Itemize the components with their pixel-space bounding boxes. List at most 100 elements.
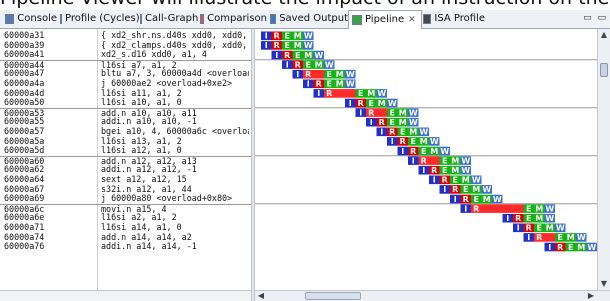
stage-letter-I: I: [443, 185, 446, 194]
instruction-row[interactable]: 60000a6e l16si a2, a1, 2: [0, 213, 251, 222]
stage-letter-R: R: [295, 60, 301, 69]
instruction-row[interactable]: 60000a50 l16si a10, a1, 0: [0, 98, 251, 107]
stage-letter-E: E: [421, 147, 426, 156]
stage-letter-I: I: [548, 243, 551, 252]
stage-letter-E: E: [411, 137, 416, 146]
stage-letter-M: M: [420, 137, 428, 146]
stage-letter-W: W: [482, 185, 491, 194]
minimize-icon[interactable]: ▭: [583, 13, 592, 23]
stage-letter-E: E: [526, 214, 531, 223]
scroll-up-icon[interactable]: ▲: [598, 29, 610, 41]
instruction-row[interactable]: 60000a57 bgei a10, 4, 60000a6c <overload+…: [0, 127, 251, 136]
instruction-row[interactable]: 60000a47 bltu a7, 3, 60000a4d <overload+0…: [0, 69, 251, 78]
stage-letter-M: M: [462, 176, 470, 185]
stage-letter-W: W: [377, 89, 386, 98]
tab-saved-output[interactable]: Saved Output: [267, 11, 348, 27]
instruction-address: 60000a67: [4, 184, 45, 194]
tab-isa-profile[interactable]: ISA Profile: [420, 11, 485, 27]
stage-letter-M: M: [315, 60, 323, 69]
instruction-row[interactable]: 60000a5a l16si a13, a1, 2: [0, 137, 251, 146]
stage-letter-I: I: [275, 51, 278, 60]
tab-comparison[interactable]: Comparison: [197, 11, 267, 27]
stage-letter-R: R: [400, 137, 406, 146]
instruction-row[interactable]: 60000a62 addi.n a12, a12, -1: [0, 165, 251, 174]
instruction-row[interactable]: 60000a4a j 60000ae2 <overload+0xe2>: [0, 79, 251, 88]
scroll-left-icon[interactable]: ◀: [255, 290, 267, 301]
tab-profile-cycles[interactable]: Profile (Cycles): [57, 11, 140, 27]
vertical-scroll-thumb[interactable]: [600, 63, 608, 77]
instruction-text: l16si a2, a1, 2: [101, 213, 177, 223]
stage-letter-M: M: [367, 89, 375, 98]
stage-letter-I: I: [296, 70, 299, 79]
view-tab-bar: Console Profile (Cycles) Call-Graph Compari…: [0, 10, 610, 29]
scroll-right-icon[interactable]: ▶: [585, 290, 597, 301]
instruction-address: 60000a62: [4, 165, 45, 175]
instruction-row[interactable]: 60000a69 j 60000a80 <overload+0x80>: [0, 194, 251, 203]
scroll-down-icon[interactable]: ▼: [598, 278, 610, 290]
stage-letter-I: I: [422, 166, 425, 175]
vertical-scrollbar[interactable]: ▲ ▼: [597, 29, 610, 290]
stage-letter-I: I: [265, 41, 268, 50]
stage-letter-I: I: [286, 60, 289, 69]
stage-letter-E: E: [558, 233, 563, 242]
saved-output-icon: [270, 14, 277, 24]
instruction-text: l16si a12, a1, 0: [101, 146, 182, 156]
stage-letter-I: I: [349, 99, 352, 108]
instruction-row[interactable]: 60000a31 { xd2_shr.ns.d40s xdd0, xdd0, xd…: [0, 31, 251, 40]
instruction-row[interactable]: 60000a71 l16si a14, a1, 0: [0, 223, 251, 232]
stage-letter-W: W: [577, 233, 586, 242]
tab-pipeline[interactable]: Pipeline ✕: [348, 10, 422, 29]
stage-letter-R: R: [431, 166, 437, 175]
instruction-row[interactable]: 60000a55 addi.n a10, a10, -1: [0, 117, 251, 126]
instruction-row[interactable]: 60000a6c movi.n a15, 4: [0, 203, 251, 214]
horizontal-scroll-thumb[interactable]: [305, 292, 361, 300]
stage-letter-E: E: [327, 80, 332, 89]
instruction-row[interactable]: 60000a44 l16si a7, a1, 2: [0, 59, 251, 70]
isa-profile-icon: [423, 14, 432, 24]
stage-letter-R: R: [274, 32, 280, 41]
instruction-row[interactable]: 60000a5d l16si a12, a1, 0: [0, 146, 251, 155]
instruction-address: 60000a76: [4, 242, 45, 252]
instruction-text: addi.n a14, a14, -1: [101, 242, 197, 252]
stage-letter-R: R: [305, 70, 311, 79]
tab-console[interactable]: Console: [2, 11, 57, 27]
instruction-text: addi.n a12, a12, -1: [101, 165, 197, 175]
instruction-row[interactable]: 60000a76 addi.n a14, a14, -1: [0, 242, 251, 251]
instruction-row[interactable]: 60000a67 s32i.n a12, a1, 44: [0, 185, 251, 194]
instruction-row[interactable]: 60000a64 sext a12, a12, 15: [0, 175, 251, 184]
stage-letter-M: M: [577, 243, 585, 252]
stage-letter-M: M: [472, 185, 480, 194]
console-icon: [5, 14, 15, 24]
stage-letter-M: M: [451, 156, 459, 165]
stage-letter-W: W: [587, 243, 596, 252]
instruction-address: 60000a41: [4, 50, 45, 60]
close-icon[interactable]: ✕: [408, 12, 416, 28]
instruction-address: 60000a69: [4, 194, 45, 204]
stage-letter-I: I: [433, 176, 436, 185]
instruction-address: 60000a5a: [4, 136, 45, 146]
instruction-row[interactable]: 60000a41 xd2_s.d16 xdd0, a1, 4: [0, 50, 251, 59]
stage-letter-I: I: [454, 195, 457, 204]
horizontal-scrollbar[interactable]: ◀ ▶: [255, 290, 610, 301]
instruction-address: 60000a5d: [4, 146, 45, 156]
maximize-icon[interactable]: ▭: [597, 13, 606, 23]
stage-letter-M: M: [378, 99, 386, 108]
instruction-text: l16si a14, a1, 0: [101, 223, 182, 232]
stage-letter-R: R: [389, 128, 395, 137]
stage-letter-M: M: [304, 51, 312, 60]
instruction-row[interactable]: 60000a39 { xd2_clamps.d40s xdd0, xdd0, 15…: [0, 41, 251, 50]
tab-label: ISA Profile: [434, 13, 485, 24]
instruction-row[interactable]: 60000a74 add.n a14, a14, a2: [0, 233, 251, 242]
stage-letter-R: R: [452, 185, 458, 194]
instruction-row[interactable]: 60000a4d l16si a11, a1, 2: [0, 89, 251, 98]
stage-letter-I: I: [464, 204, 467, 213]
stage-letter-R: R: [284, 51, 290, 60]
instruction-row[interactable]: 60000a60 add.n a12, a12, a13: [0, 155, 251, 166]
stage-letter-W: W: [388, 99, 397, 108]
instruction-row[interactable]: 60000a53 add.n a10, a10, a11: [0, 107, 251, 118]
stage-letter-E: E: [390, 108, 395, 117]
stage-letter-I: I: [317, 89, 320, 98]
stage-letter-R: R: [274, 41, 280, 50]
tab-call-graph[interactable]: Call-Graph: [137, 11, 198, 27]
stage-letter-R: R: [557, 243, 563, 252]
